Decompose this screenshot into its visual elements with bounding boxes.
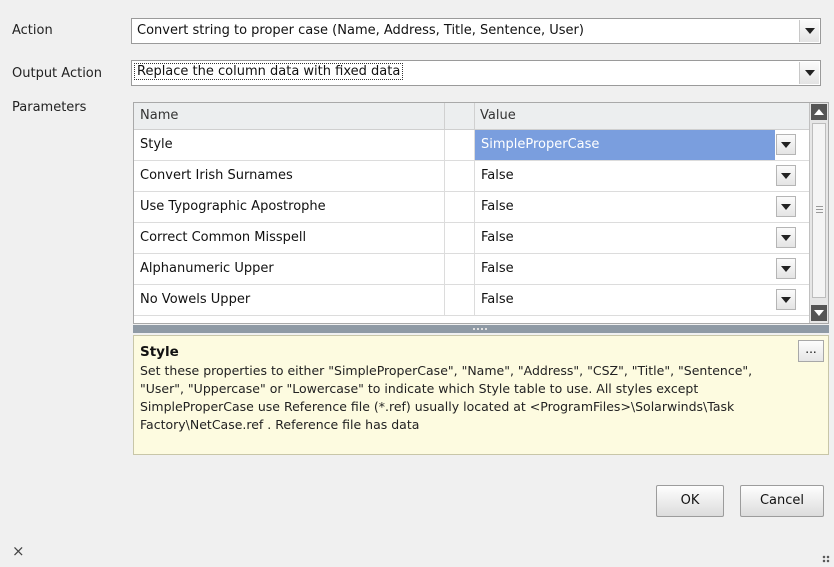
- chevron-down-icon: [804, 28, 815, 34]
- close-icon[interactable]: ×: [12, 542, 25, 560]
- chevron-down-icon: [781, 234, 791, 241]
- scroll-up-icon: [814, 109, 824, 115]
- description-panel: Style Set these properties to either "Si…: [133, 335, 829, 455]
- row-value[interactable]: False: [475, 192, 775, 222]
- grid-scrollbar[interactable]: [809, 103, 828, 323]
- row-value[interactable]: False: [475, 223, 775, 253]
- row-value-dropdown[interactable]: [776, 165, 796, 186]
- row-value[interactable]: False: [475, 161, 775, 191]
- row-value[interactable]: SimpleProperCase: [475, 130, 775, 160]
- parameters-grid[interactable]: Name Value Style SimpleProperCase Conver…: [133, 102, 829, 324]
- action-label: Action: [12, 23, 53, 38]
- grid-row-no-vowels-upper[interactable]: No Vowels Upper False: [134, 285, 810, 316]
- row-name: No Vowels Upper: [140, 292, 251, 307]
- row-value-dropdown[interactable]: [776, 134, 796, 155]
- grid-row-style[interactable]: Style SimpleProperCase: [134, 130, 810, 161]
- row-name: Convert Irish Surnames: [140, 168, 293, 183]
- description-title: Style: [140, 344, 179, 360]
- ellipsis-button[interactable]: ...: [798, 340, 824, 362]
- chevron-down-icon: [781, 141, 791, 148]
- description-text: Set these properties to either "SimplePr…: [140, 363, 753, 432]
- chevron-down-icon: [804, 70, 815, 76]
- action-dropdown[interactable]: Convert string to proper case (Name, Add…: [131, 18, 821, 44]
- output-action-value: Replace the column data with fixed data: [133, 63, 404, 80]
- output-action-label: Output Action: [12, 66, 103, 81]
- scroll-up-button[interactable]: [811, 104, 827, 120]
- output-action-dropdown-button[interactable]: [799, 62, 819, 84]
- ok-button[interactable]: OK: [656, 485, 724, 517]
- resize-grip-icon[interactable]: [822, 555, 830, 563]
- grid-splitter[interactable]: [133, 325, 829, 333]
- grip-icon: [816, 206, 823, 207]
- output-action-dropdown[interactable]: Replace the column data with fixed data: [131, 60, 821, 86]
- grid-header: Name Value: [134, 103, 810, 130]
- action-dropdown-button[interactable]: [799, 20, 819, 42]
- grid-row-convert-irish-surnames[interactable]: Convert Irish Surnames False: [134, 161, 810, 192]
- grid-row-alphanumeric-upper[interactable]: Alphanumeric Upper False: [134, 254, 810, 285]
- row-value[interactable]: False: [475, 285, 775, 315]
- chevron-down-icon: [781, 203, 791, 210]
- scroll-thumb[interactable]: [812, 123, 826, 298]
- parameters-label: Parameters: [12, 100, 87, 115]
- row-value[interactable]: False: [475, 254, 775, 284]
- scroll-down-button[interactable]: [811, 305, 827, 321]
- row-name: Use Typographic Apostrophe: [140, 199, 326, 214]
- row-value-dropdown[interactable]: [776, 196, 796, 217]
- row-value-dropdown[interactable]: [776, 227, 796, 248]
- column-header-name[interactable]: Name: [134, 103, 444, 129]
- row-name: Style: [140, 137, 173, 152]
- column-header-value[interactable]: Value: [474, 103, 804, 129]
- cancel-button[interactable]: Cancel: [740, 485, 824, 517]
- scroll-down-icon: [814, 310, 824, 316]
- row-value-dropdown[interactable]: [776, 289, 796, 310]
- chevron-down-icon: [781, 296, 791, 303]
- grid-row-correct-common-misspell[interactable]: Correct Common Misspell False: [134, 223, 810, 254]
- row-name: Alphanumeric Upper: [140, 261, 274, 276]
- chevron-down-icon: [781, 265, 791, 272]
- chevron-down-icon: [781, 172, 791, 179]
- splitter-grip-icon: [473, 328, 489, 330]
- row-name: Correct Common Misspell: [140, 230, 307, 245]
- grid-row-use-typographic-apostrophe[interactable]: Use Typographic Apostrophe False: [134, 192, 810, 223]
- row-value-dropdown[interactable]: [776, 258, 796, 279]
- action-value: Convert string to proper case (Name, Add…: [137, 23, 584, 38]
